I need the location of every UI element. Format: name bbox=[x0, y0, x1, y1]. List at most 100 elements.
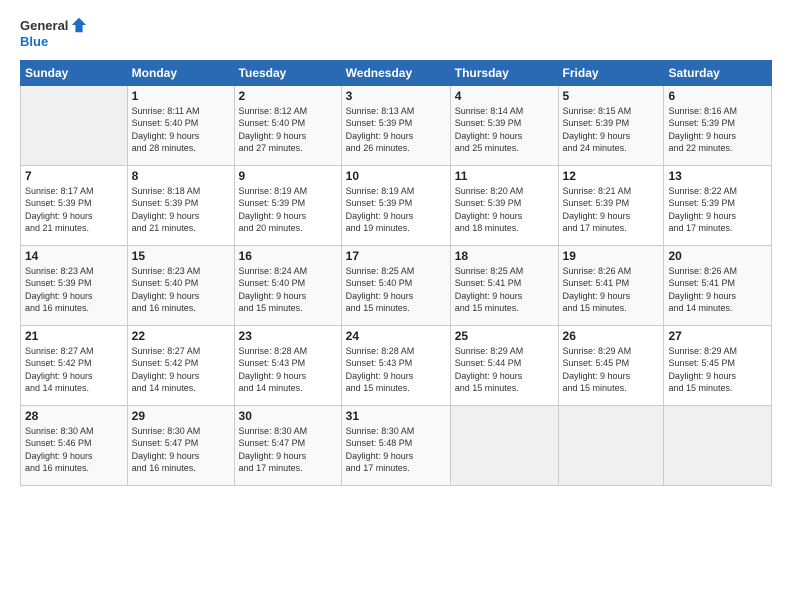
calendar-cell: 8Sunrise: 8:18 AM Sunset: 5:39 PM Daylig… bbox=[127, 165, 234, 245]
day-number: 10 bbox=[346, 169, 446, 183]
day-number: 5 bbox=[563, 89, 660, 103]
day-number: 6 bbox=[668, 89, 767, 103]
header-thursday: Thursday bbox=[450, 60, 558, 85]
day-info: Sunrise: 8:26 AM Sunset: 5:41 PM Dayligh… bbox=[668, 265, 767, 315]
day-info: Sunrise: 8:20 AM Sunset: 5:39 PM Dayligh… bbox=[455, 185, 554, 235]
calendar-cell: 5 Sunrise: 8:15 AM Sunset: 5:39 PM Daylig… bbox=[558, 85, 664, 165]
calendar-cell bbox=[664, 405, 772, 485]
logo-icon bbox=[70, 16, 88, 34]
calendar-cell: 18 Sunrise: 8:25 AM Sunset: 5:41 PM Dayli… bbox=[450, 245, 558, 325]
day-number: 18 bbox=[455, 249, 554, 263]
day-info: Sunrise: 8:25 AM Sunset: 5:41 PM Dayligh… bbox=[455, 265, 554, 315]
day-info: Sunrise: 8:23 AM Sunset: 5:39 PM Dayligh… bbox=[25, 265, 123, 315]
day-number: 2 bbox=[239, 89, 337, 103]
day-info: Sunrise: 8:22 AM Sunset: 5:39 PM Dayligh… bbox=[668, 185, 767, 235]
day-number: 20 bbox=[668, 249, 767, 263]
day-number: 22 bbox=[132, 329, 230, 343]
calendar-cell: 1Sunrise: 8:11 AM Sunset: 5:40 PM Daylig… bbox=[127, 85, 234, 165]
calendar-cell: 2 Sunrise: 8:12 AM Sunset: 5:40 PM Daylig… bbox=[234, 85, 341, 165]
day-number: 31 bbox=[346, 409, 446, 423]
calendar-cell: 23Sunrise: 8:28 AM Sunset: 5:43 PM Dayli… bbox=[234, 325, 341, 405]
day-info: Sunrise: 8:24 AM Sunset: 5:40 PM Dayligh… bbox=[239, 265, 337, 315]
day-number: 21 bbox=[25, 329, 123, 343]
day-number: 3 bbox=[346, 89, 446, 103]
day-info: Sunrise: 8:30 AM Sunset: 5:47 PM Dayligh… bbox=[239, 425, 337, 475]
day-info: Sunrise: 8:12 AM Sunset: 5:40 PM Dayligh… bbox=[239, 105, 337, 155]
calendar-cell: 27 Sunrise: 8:29 AM Sunset: 5:45 PM Dayli… bbox=[664, 325, 772, 405]
header-monday: Monday bbox=[127, 60, 234, 85]
calendar-table: SundayMondayTuesdayWednesdayThursdayFrid… bbox=[20, 60, 772, 486]
day-info: Sunrise: 8:29 AM Sunset: 5:45 PM Dayligh… bbox=[563, 345, 660, 395]
day-number: 15 bbox=[132, 249, 230, 263]
calendar-cell: 14 Sunrise: 8:23 AM Sunset: 5:39 PM Dayli… bbox=[21, 245, 128, 325]
day-number: 28 bbox=[25, 409, 123, 423]
calendar-week-2: 14 Sunrise: 8:23 AM Sunset: 5:39 PM Dayli… bbox=[21, 245, 772, 325]
day-number: 19 bbox=[563, 249, 660, 263]
calendar-cell: 20 Sunrise: 8:26 AM Sunset: 5:41 PM Dayli… bbox=[664, 245, 772, 325]
day-number: 25 bbox=[455, 329, 554, 343]
calendar-week-3: 21 Sunrise: 8:27 AM Sunset: 5:42 PM Dayli… bbox=[21, 325, 772, 405]
day-info: Sunrise: 8:28 AM Sunset: 5:43 PM Dayligh… bbox=[239, 345, 337, 395]
header-saturday: Saturday bbox=[664, 60, 772, 85]
calendar-cell: 25 Sunrise: 8:29 AM Sunset: 5:44 PM Dayli… bbox=[450, 325, 558, 405]
calendar-header-row: SundayMondayTuesdayWednesdayThursdayFrid… bbox=[21, 60, 772, 85]
day-info: Sunrise: 8:30 AM Sunset: 5:47 PM Dayligh… bbox=[132, 425, 230, 475]
calendar-cell: 3 Sunrise: 8:13 AM Sunset: 5:39 PM Daylig… bbox=[341, 85, 450, 165]
day-number: 4 bbox=[455, 89, 554, 103]
day-info: Sunrise: 8:11 AM Sunset: 5:40 PM Dayligh… bbox=[132, 105, 230, 155]
calendar-cell: 7 Sunrise: 8:17 AM Sunset: 5:39 PM Daylig… bbox=[21, 165, 128, 245]
calendar-week-1: 7 Sunrise: 8:17 AM Sunset: 5:39 PM Daylig… bbox=[21, 165, 772, 245]
day-info: Sunrise: 8:17 AM Sunset: 5:39 PM Dayligh… bbox=[25, 185, 123, 235]
day-info: Sunrise: 8:19 AM Sunset: 5:39 PM Dayligh… bbox=[239, 185, 337, 235]
day-number: 30 bbox=[239, 409, 337, 423]
calendar-cell: 29 Sunrise: 8:30 AM Sunset: 5:47 PM Dayli… bbox=[127, 405, 234, 485]
calendar-cell bbox=[558, 405, 664, 485]
day-info: Sunrise: 8:27 AM Sunset: 5:42 PM Dayligh… bbox=[25, 345, 123, 395]
logo: General Blue bbox=[20, 18, 88, 50]
calendar-cell: 21 Sunrise: 8:27 AM Sunset: 5:42 PM Dayli… bbox=[21, 325, 128, 405]
calendar-cell: 6 Sunrise: 8:16 AM Sunset: 5:39 PM Daylig… bbox=[664, 85, 772, 165]
calendar-cell: 10Sunrise: 8:19 AM Sunset: 5:39 PM Dayli… bbox=[341, 165, 450, 245]
day-info: Sunrise: 8:29 AM Sunset: 5:45 PM Dayligh… bbox=[668, 345, 767, 395]
calendar-week-4: 28 Sunrise: 8:30 AM Sunset: 5:46 PM Dayli… bbox=[21, 405, 772, 485]
day-info: Sunrise: 8:15 AM Sunset: 5:39 PM Dayligh… bbox=[563, 105, 660, 155]
day-number: 27 bbox=[668, 329, 767, 343]
day-info: Sunrise: 8:30 AM Sunset: 5:48 PM Dayligh… bbox=[346, 425, 446, 475]
logo-general: General bbox=[20, 18, 68, 34]
page: General Blue SundayMondayTuesdayWednesda… bbox=[0, 0, 792, 496]
calendar-week-0: 1Sunrise: 8:11 AM Sunset: 5:40 PM Daylig… bbox=[21, 85, 772, 165]
calendar-cell: 4Sunrise: 8:14 AM Sunset: 5:39 PM Daylig… bbox=[450, 85, 558, 165]
calendar-cell: 24Sunrise: 8:28 AM Sunset: 5:43 PM Dayli… bbox=[341, 325, 450, 405]
header-sunday: Sunday bbox=[21, 60, 128, 85]
calendar-cell: 30 Sunrise: 8:30 AM Sunset: 5:47 PM Dayli… bbox=[234, 405, 341, 485]
logo-blue: Blue bbox=[20, 34, 88, 50]
calendar-cell: 19 Sunrise: 8:26 AM Sunset: 5:41 PM Dayli… bbox=[558, 245, 664, 325]
day-info: Sunrise: 8:13 AM Sunset: 5:39 PM Dayligh… bbox=[346, 105, 446, 155]
day-info: Sunrise: 8:29 AM Sunset: 5:44 PM Dayligh… bbox=[455, 345, 554, 395]
calendar-cell: 9Sunrise: 8:19 AM Sunset: 5:39 PM Daylig… bbox=[234, 165, 341, 245]
calendar-cell: 16Sunrise: 8:24 AM Sunset: 5:40 PM Dayli… bbox=[234, 245, 341, 325]
day-info: Sunrise: 8:30 AM Sunset: 5:46 PM Dayligh… bbox=[25, 425, 123, 475]
day-number: 11 bbox=[455, 169, 554, 183]
calendar-cell: 17Sunrise: 8:25 AM Sunset: 5:40 PM Dayli… bbox=[341, 245, 450, 325]
day-info: Sunrise: 8:26 AM Sunset: 5:41 PM Dayligh… bbox=[563, 265, 660, 315]
header-friday: Friday bbox=[558, 60, 664, 85]
calendar-cell: 13Sunrise: 8:22 AM Sunset: 5:39 PM Dayli… bbox=[664, 165, 772, 245]
header-tuesday: Tuesday bbox=[234, 60, 341, 85]
calendar-cell: 12Sunrise: 8:21 AM Sunset: 5:39 PM Dayli… bbox=[558, 165, 664, 245]
calendar-cell bbox=[450, 405, 558, 485]
calendar-cell: 31 Sunrise: 8:30 AM Sunset: 5:48 PM Dayli… bbox=[341, 405, 450, 485]
calendar-body: 1Sunrise: 8:11 AM Sunset: 5:40 PM Daylig… bbox=[21, 85, 772, 485]
day-number: 8 bbox=[132, 169, 230, 183]
calendar-cell: 15 Sunrise: 8:23 AM Sunset: 5:40 PM Dayli… bbox=[127, 245, 234, 325]
day-number: 7 bbox=[25, 169, 123, 183]
day-number: 17 bbox=[346, 249, 446, 263]
calendar-cell bbox=[21, 85, 128, 165]
day-number: 14 bbox=[25, 249, 123, 263]
calendar-cell: 22Sunrise: 8:27 AM Sunset: 5:42 PM Dayli… bbox=[127, 325, 234, 405]
day-number: 29 bbox=[132, 409, 230, 423]
day-info: Sunrise: 8:23 AM Sunset: 5:40 PM Dayligh… bbox=[132, 265, 230, 315]
day-number: 26 bbox=[563, 329, 660, 343]
top-section: General Blue bbox=[20, 18, 772, 54]
day-info: Sunrise: 8:16 AM Sunset: 5:39 PM Dayligh… bbox=[668, 105, 767, 155]
